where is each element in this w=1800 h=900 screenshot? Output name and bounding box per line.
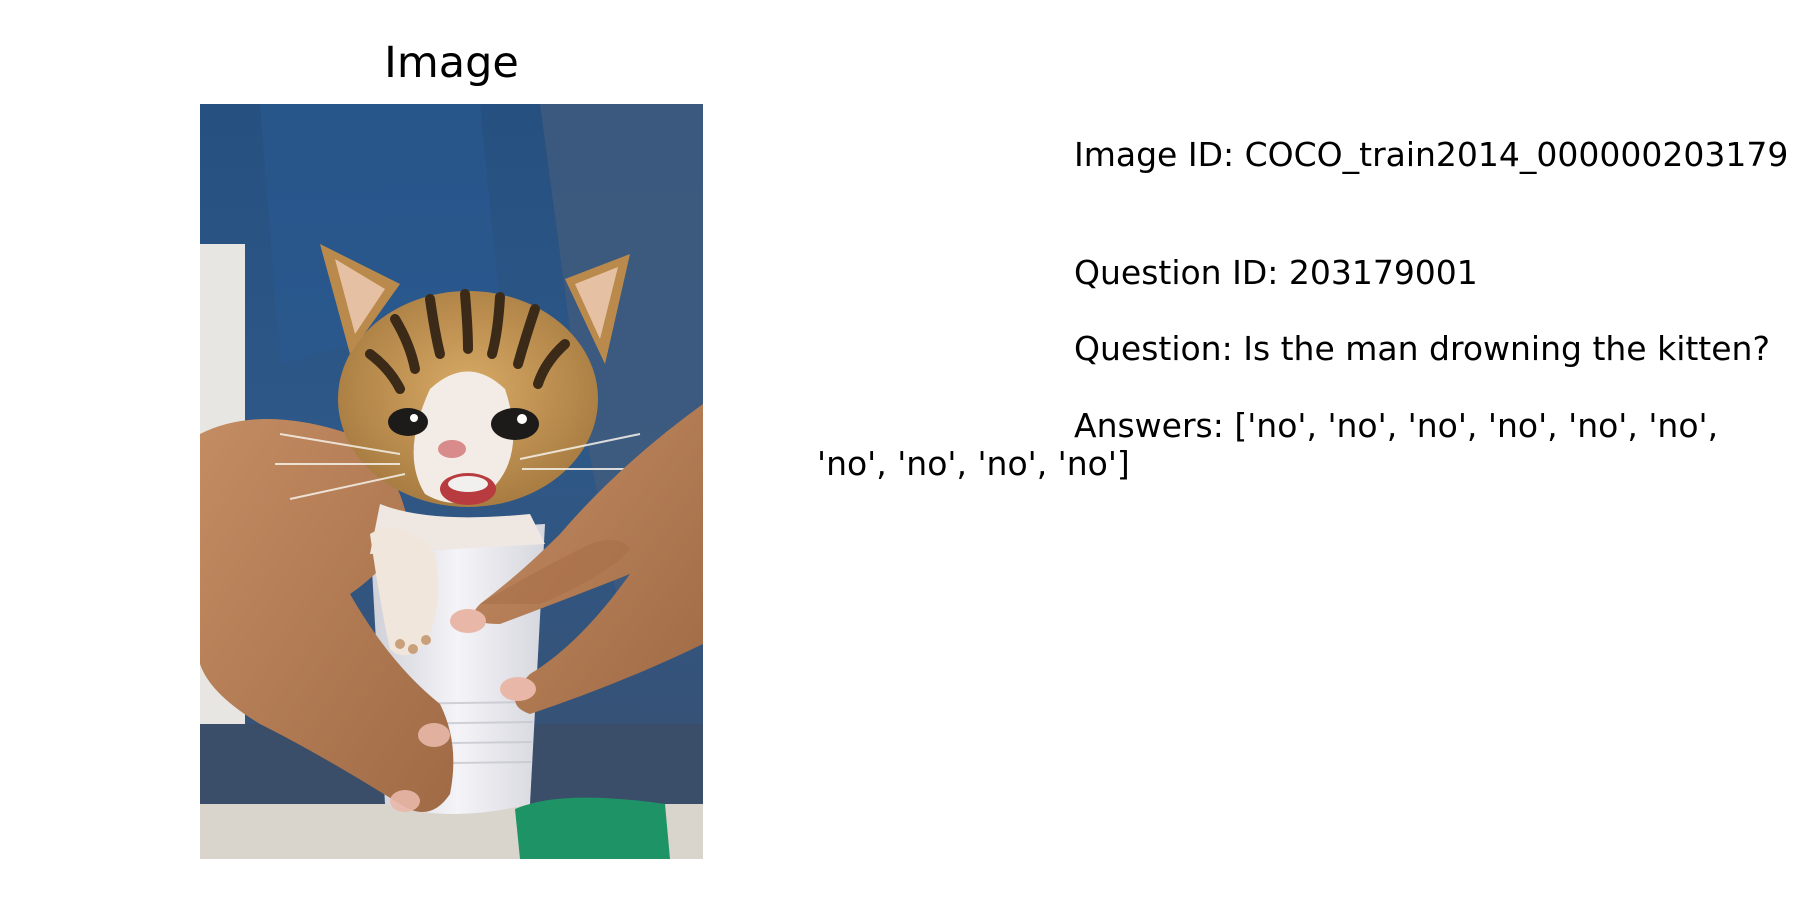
kitten-nose bbox=[438, 440, 466, 458]
green-shoe bbox=[515, 797, 670, 859]
image-id-text: Image ID: COCO_train2014_000000203179 bbox=[1074, 135, 1789, 174]
image-panel-title: Image bbox=[384, 38, 519, 88]
kitten-eye-right bbox=[491, 408, 539, 440]
kitten-eye-left bbox=[388, 408, 428, 436]
question-text: Question: Is the man drowning the kitten… bbox=[1074, 329, 1770, 368]
answers-text-line-2: 'no', 'no', 'no', 'no'] bbox=[817, 444, 1130, 483]
kitten-photo bbox=[200, 104, 703, 859]
question-id-text: Question ID: 203179001 bbox=[1074, 253, 1478, 292]
answers-text-line-1: Answers: ['no', 'no', 'no', 'no', 'no', … bbox=[1074, 406, 1719, 445]
